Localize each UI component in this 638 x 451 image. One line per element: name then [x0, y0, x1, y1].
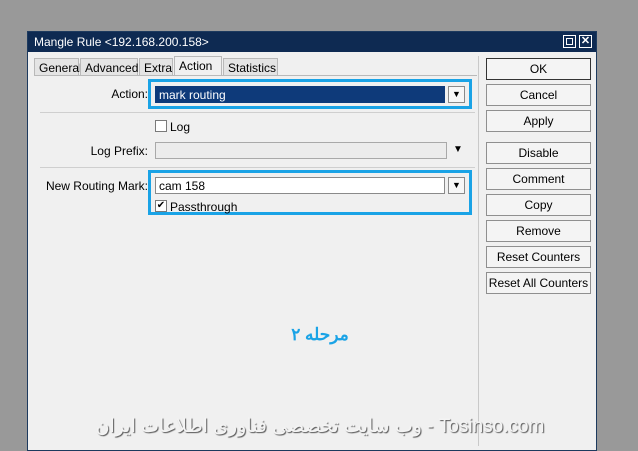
tab-general[interactable]: General [34, 58, 82, 76]
action-label: Action: [111, 87, 148, 101]
log-prefix-label: Log Prefix: [90, 144, 148, 158]
tab-advanced[interactable]: Advanced [80, 58, 138, 76]
disable-button[interactable]: Disable [486, 142, 591, 164]
tab-divider [34, 75, 477, 76]
mangle-rule-window: Mangle Rule <192.168.200.158> ✕ General … [27, 31, 597, 451]
tab-action[interactable]: Action [174, 56, 222, 76]
button-column-divider [478, 56, 479, 446]
remove-button[interactable]: Remove [486, 220, 591, 242]
ok-button[interactable]: OK [486, 58, 591, 80]
window-title: Mangle Rule <192.168.200.158> [34, 35, 209, 49]
log-prefix-dropdown-icon[interactable]: ▼ [453, 144, 463, 155]
separator [40, 167, 475, 168]
log-prefix-input[interactable] [155, 142, 447, 159]
maximize-icon[interactable] [563, 35, 576, 48]
copy-button[interactable]: Copy [486, 194, 591, 216]
watermark: وب سایت تخصصی فناوری اطلاعات ایران - Tos… [95, 416, 545, 437]
separator [40, 112, 475, 113]
routing-mark-input[interactable]: cam 158 [155, 177, 445, 194]
tab-extra[interactable]: Extra [139, 58, 173, 76]
cancel-button[interactable]: Cancel [486, 84, 591, 106]
comment-button[interactable]: Comment [486, 168, 591, 190]
close-icon[interactable]: ✕ [579, 35, 592, 48]
step-annotation: مرحله ۲ [291, 325, 349, 344]
reset-all-counters-button[interactable]: Reset All Counters [486, 272, 591, 294]
routing-mark-dropdown-icon[interactable]: ▼ [448, 177, 465, 194]
tab-statistics[interactable]: Statistics [223, 58, 278, 76]
reset-counters-button[interactable]: Reset Counters [486, 246, 591, 268]
log-label: Log [170, 120, 191, 134]
title-bar[interactable]: Mangle Rule <192.168.200.158> ✕ [28, 32, 596, 52]
routing-mark-label: New Routing Mark: [45, 179, 148, 193]
log-checkbox[interactable] [155, 120, 167, 132]
apply-button[interactable]: Apply [486, 110, 591, 132]
passthrough-label: Passthrough [170, 200, 238, 214]
passthrough-checkbox[interactable]: ✔ [155, 200, 167, 212]
action-select[interactable]: mark routing [155, 86, 445, 103]
action-dropdown-icon[interactable]: ▼ [448, 86, 465, 103]
